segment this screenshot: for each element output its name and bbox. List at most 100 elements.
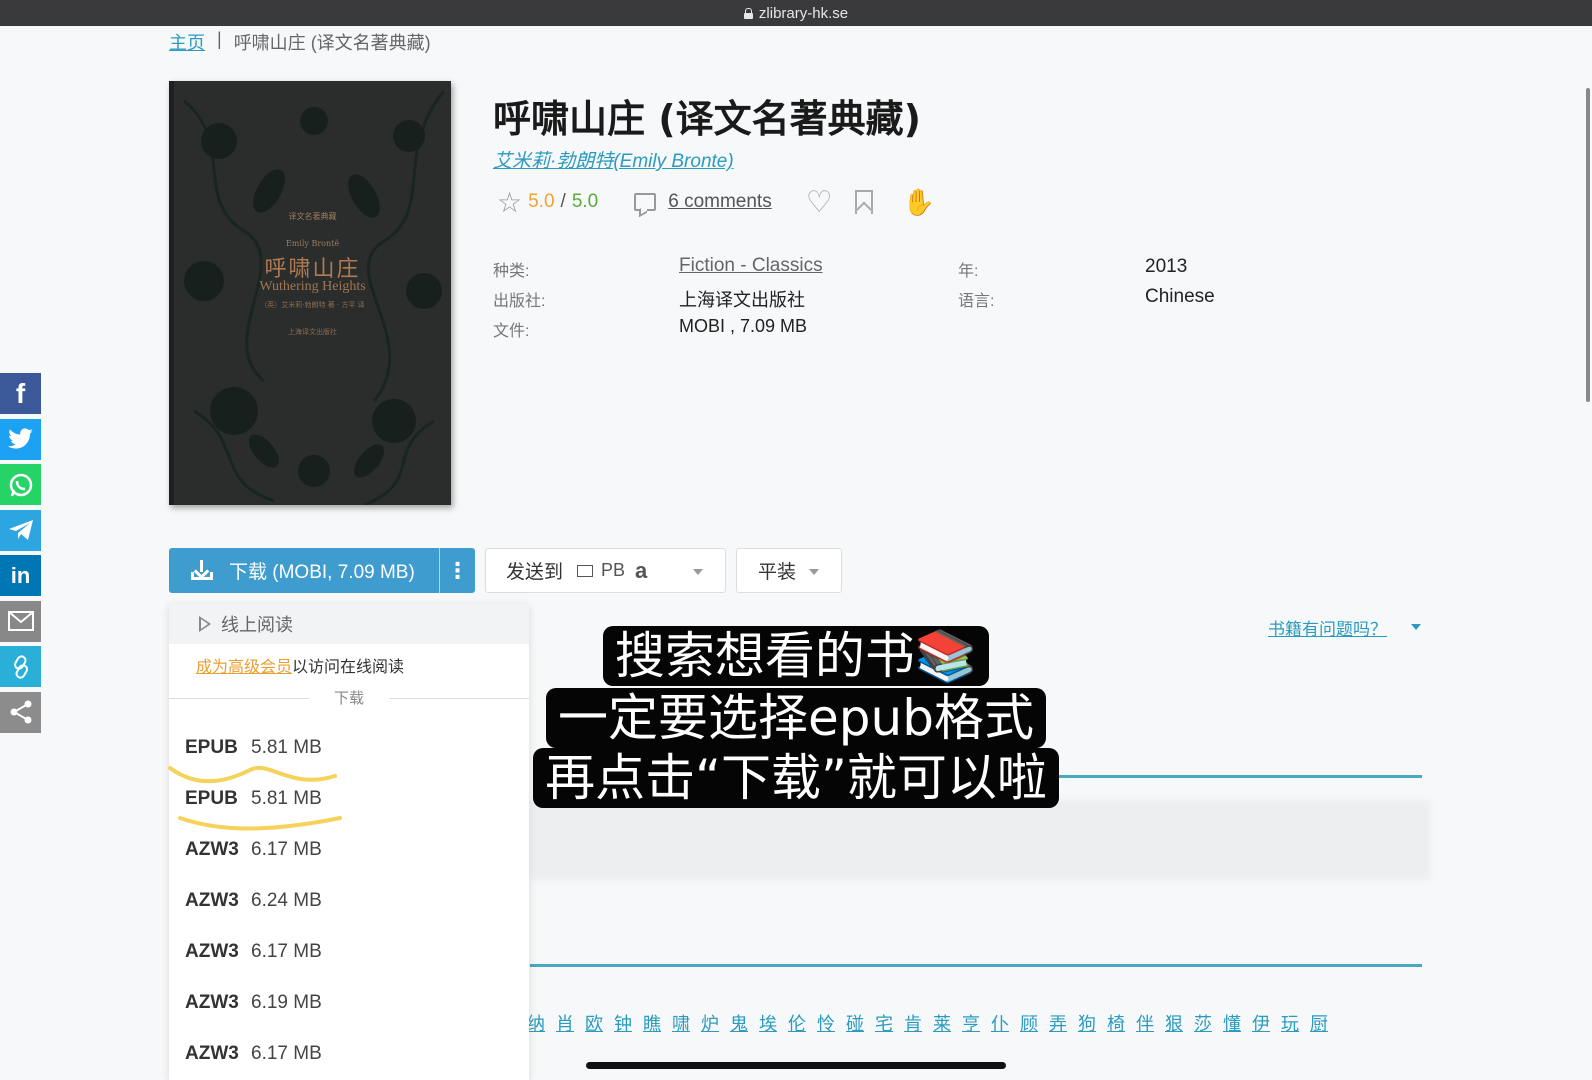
character-link[interactable]: 肯 — [904, 1010, 922, 1036]
home-indicator[interactable] — [586, 1062, 1006, 1069]
character-link[interactable]: 伴 — [1136, 1010, 1154, 1036]
character-link[interactable]: 碰 — [846, 1010, 864, 1036]
cover-publisher: 上海译文出版社 — [288, 328, 337, 336]
lock-icon — [743, 7, 753, 19]
publisher-label: 出版社: — [493, 293, 546, 310]
blurred-content — [530, 800, 1430, 880]
file-value: MOBI , 7.09 MB — [679, 316, 808, 336]
heart-icon[interactable]: ♡ — [806, 185, 833, 220]
character-link[interactable]: 鬼 — [730, 1010, 748, 1036]
category-label: 种类: — [493, 263, 530, 280]
character-link[interactable]: 啸 — [672, 1010, 690, 1036]
character-link[interactable]: 埃 — [759, 1010, 777, 1036]
caption-line-2: 一定要选择epub格式 — [0, 688, 1592, 748]
file-label: 文件: — [493, 323, 530, 340]
chevron-down-icon — [809, 569, 819, 575]
year-value: 2013 — [1145, 256, 1188, 277]
character-link[interactable]: 莱 — [933, 1010, 951, 1036]
breadcrumb: 主页 | 呼啸山庄 (译文名著典藏) — [169, 29, 431, 55]
format-size: 6.24 MB — [251, 889, 322, 911]
character-link[interactable]: 伊 — [1252, 1010, 1270, 1036]
format-name: AZW3 — [185, 991, 239, 1013]
character-link[interactable]: 椅 — [1107, 1010, 1125, 1036]
format-item[interactable]: AZW3 6.19 MB — [169, 977, 529, 1028]
book-cover[interactable]: 译文名著典藏 Emily Brontë 呼啸山庄 Wuthering Heigh… — [169, 81, 451, 505]
character-link[interactable]: 纳 — [527, 1010, 545, 1036]
send-to-label: 发送到 — [506, 562, 564, 583]
character-link[interactable]: 宅 — [875, 1010, 893, 1036]
caption-text: 一定要选择epub格式 — [546, 688, 1046, 748]
category-link[interactable]: Fiction - Classics — [679, 255, 823, 277]
url-text: zlibrary-hk.se — [758, 4, 849, 22]
character-link[interactable]: 狗 — [1078, 1010, 1096, 1036]
whatsapp-share-button[interactable] — [0, 464, 41, 505]
breadcrumb-separator: | — [217, 29, 222, 49]
star-icon[interactable]: ☆ — [497, 186, 522, 219]
linkedin-share-button[interactable]: in — [0, 555, 41, 596]
book-title: 呼啸山庄 (译文名著典藏) — [493, 97, 921, 141]
bookmark-icon[interactable] — [854, 190, 873, 214]
telegram-share-button[interactable] — [0, 509, 41, 551]
amazon-icon: a — [635, 557, 648, 583]
send-to-button[interactable]: 发送到 PB a — [485, 548, 726, 593]
caption-line-1: 搜索想看的书📚 — [0, 626, 1592, 686]
cover-author: Emily Brontë — [285, 239, 340, 248]
download-more-button[interactable]: ⋮ — [439, 548, 475, 593]
character-link[interactable]: 顾 — [1020, 1010, 1038, 1036]
character-link[interactable]: 欧 — [585, 1010, 603, 1036]
twitter-icon — [7, 428, 33, 449]
language-value: Chinese — [1145, 286, 1215, 307]
character-link[interactable]: 狠 — [1165, 1010, 1183, 1036]
binding-label: 平装 — [758, 562, 797, 583]
format-item[interactable]: AZW3 6.17 MB — [169, 926, 529, 977]
character-link[interactable]: 炉 — [701, 1010, 719, 1036]
rating-separator: / — [560, 191, 566, 212]
binding-select[interactable]: 平装 — [736, 548, 842, 593]
format-item[interactable]: AZW3 6.24 MB — [169, 875, 529, 926]
character-link[interactable]: 玩 — [1281, 1010, 1299, 1036]
character-link[interactable]: 怜 — [817, 1010, 835, 1036]
twitter-share-button[interactable] — [0, 418, 41, 460]
chevron-down-icon — [693, 569, 703, 575]
character-link[interactable]: 懂 — [1223, 1010, 1241, 1036]
format-size: 6.17 MB — [251, 838, 322, 860]
scrollbar[interactable] — [1586, 88, 1590, 402]
format-name: AZW3 — [185, 940, 239, 962]
pocketbook-label: PB — [601, 560, 626, 580]
character-link[interactable]: 亨 — [962, 1010, 980, 1036]
language-label: 语言: — [958, 293, 995, 310]
donate-hand-icon[interactable]: ✋ — [903, 187, 935, 218]
breadcrumb-home-link[interactable]: 主页 — [169, 29, 205, 55]
publisher-value: 上海译文出版社 — [679, 290, 805, 310]
character-link[interactable]: 肖 — [556, 1010, 574, 1036]
cover-series: 译文名著典藏 — [288, 212, 337, 221]
character-link[interactable]: 莎 — [1194, 1010, 1212, 1036]
comment-icon — [634, 193, 657, 211]
divider-line — [530, 964, 1422, 967]
format-item[interactable]: AZW3 6.17 MB — [169, 1028, 529, 1079]
telegram-icon — [8, 520, 33, 540]
facebook-share-button[interactable]: f — [0, 373, 41, 414]
format-name: AZW3 — [185, 1042, 239, 1064]
character-link[interactable]: 弄 — [1049, 1010, 1067, 1036]
caption-line-3: 再点击“下载”就可以啦 — [0, 748, 1592, 808]
character-link[interactable]: 瞧 — [643, 1010, 661, 1036]
character-link[interactable]: 伦 — [788, 1010, 806, 1036]
browser-url-bar[interactable]: zlibrary-hk.se — [0, 0, 1592, 26]
book-author-link[interactable]: 艾米莉·勃朗特(Emily Bronte) — [493, 146, 734, 173]
breadcrumb-current: 呼啸山庄 (译文名著典藏) — [233, 33, 431, 53]
download-button[interactable]: 下载 (MOBI, 7.09 MB) ⋮ — [169, 548, 475, 593]
year-label: 年: — [958, 263, 979, 280]
download-label: 下载 (MOBI, 7.09 MB) — [229, 562, 415, 583]
format-size: 6.17 MB — [251, 1042, 322, 1064]
character-link[interactable]: 厨 — [1310, 1010, 1328, 1036]
character-link[interactable]: 仆 — [991, 1010, 1009, 1036]
rating-value: 5.0 — [528, 191, 555, 212]
format-item[interactable]: AZW3 6.17 MB — [169, 824, 529, 875]
caption-text: 搜索想看的书📚 — [602, 626, 990, 686]
character-link[interactable]: 钟 — [614, 1010, 632, 1036]
cover-translator: （英）艾米莉·勃朗特 著 · 方平 译 — [260, 301, 365, 309]
format-size: 6.19 MB — [251, 991, 322, 1013]
comments-link[interactable]: 6 comments — [668, 191, 771, 213]
book-meta-row: ☆ 5.0 / 5.0 6 comments ♡ ✋ — [497, 185, 935, 219]
